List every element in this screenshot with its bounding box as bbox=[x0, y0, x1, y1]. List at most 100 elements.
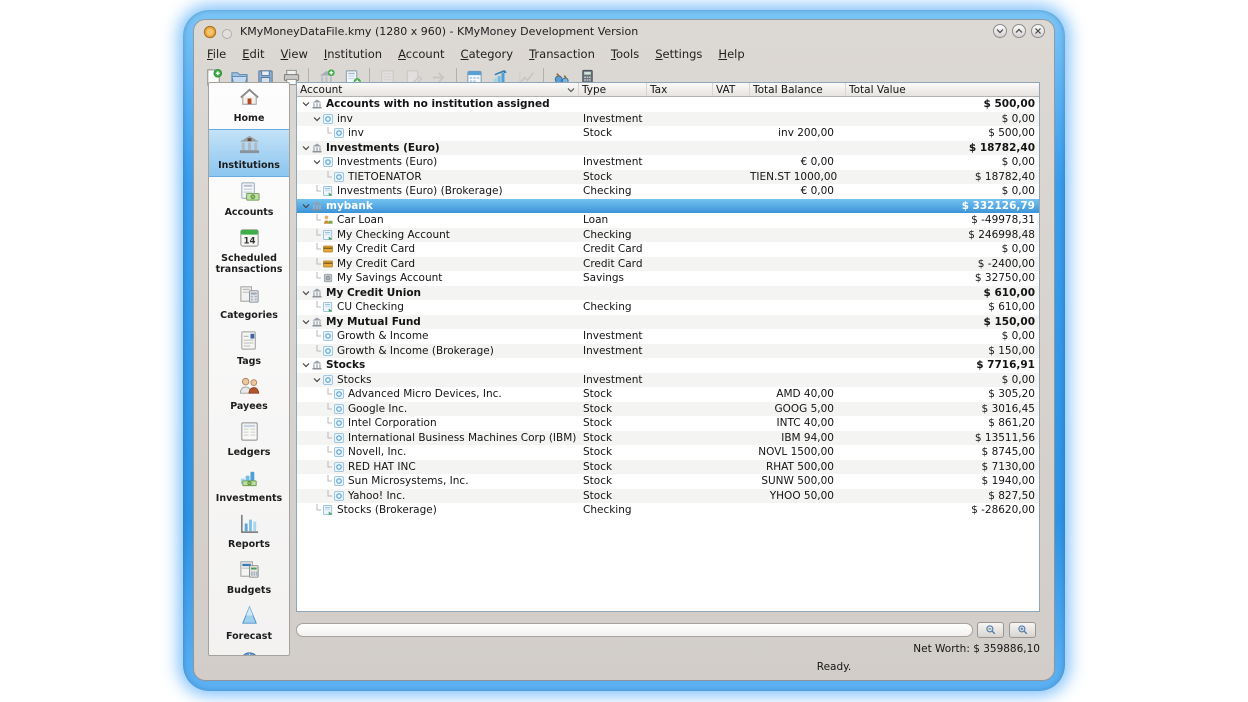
account-name: My Credit Card bbox=[337, 243, 415, 255]
menu-file[interactable]: File bbox=[199, 45, 234, 63]
expand-all-button[interactable] bbox=[1009, 622, 1036, 638]
total-balance-cell: € 0,00 bbox=[750, 185, 846, 197]
type-cell: Investment bbox=[579, 113, 647, 125]
close-button[interactable] bbox=[1031, 24, 1045, 38]
total-value-cell: $ -28620,00 bbox=[846, 504, 1039, 516]
account-cell: My Mutual Fund bbox=[297, 316, 579, 328]
type-cell: Credit Card bbox=[579, 258, 647, 270]
sidebar-item-ledgers[interactable]: Ledgers bbox=[209, 417, 289, 463]
type-cell: Checking bbox=[579, 504, 647, 516]
account-row-growth-income[interactable]: Growth & IncomeInvestment$ 0,00 bbox=[297, 329, 1039, 344]
account-row-advanced-micro-devices-inc[interactable]: Advanced Micro Devices, Inc.StockAMD 40,… bbox=[297, 387, 1039, 402]
account-row-inv[interactable]: invInvestment$ 0,00 bbox=[297, 112, 1039, 127]
menu-institution[interactable]: Institution bbox=[316, 45, 390, 63]
tree-expander-icon[interactable] bbox=[301, 100, 311, 108]
sidebar-item-reports[interactable]: Reports bbox=[209, 509, 289, 555]
total-balance-cell: inv 200,00 bbox=[750, 127, 846, 139]
menu-account[interactable]: Account bbox=[390, 45, 452, 63]
account-row-google-inc[interactable]: Google Inc.StockGOOG 5,00$ 3016,45 bbox=[297, 402, 1039, 417]
account-row-growth-income-brokerage[interactable]: Growth & Income (Brokerage)Investment$ 1… bbox=[297, 344, 1039, 359]
account-row-intel-corporation[interactable]: Intel CorporationStockINTC 40,00$ 861,20 bbox=[297, 416, 1039, 431]
ledgers-icon bbox=[238, 420, 261, 447]
account-name: Stocks (Brokerage) bbox=[337, 504, 437, 516]
titlebar[interactable]: KMyMoneyDataFile.kmy (1280 x 960) - KMyM… bbox=[193, 19, 1055, 43]
tree-branch-line bbox=[312, 301, 322, 313]
account-row-accounts-with-no-institution-assigned[interactable]: Accounts with no institution assigned$ 5… bbox=[297, 97, 1039, 112]
account-row-sun-microsystems-inc[interactable]: Sun Microsystems, Inc.StockSUNW 500,00$ … bbox=[297, 474, 1039, 489]
account-row-my-credit-union[interactable]: My Credit Union$ 610,00 bbox=[297, 286, 1039, 301]
sidebar-item-categories[interactable]: Categories bbox=[209, 280, 289, 326]
column-header-account[interactable]: Account bbox=[297, 83, 579, 96]
account-row-yahoo-inc[interactable]: Yahoo! Inc.StockYHOO 50,00$ 827,50 bbox=[297, 489, 1039, 504]
menu-transaction[interactable]: Transaction bbox=[521, 45, 603, 63]
menu-view[interactable]: View bbox=[273, 45, 316, 63]
account-row-investments-euro[interactable]: Investments (Euro)Investment€ 0,00$ 0,00 bbox=[297, 155, 1039, 170]
tree-expander-icon[interactable] bbox=[301, 144, 311, 152]
account-row-my-credit-card[interactable]: My Credit CardCredit Card$ 0,00 bbox=[297, 242, 1039, 257]
window-frame: KMyMoneyDataFile.kmy (1280 x 960) - KMyM… bbox=[183, 10, 1065, 691]
menu-tools[interactable]: Tools bbox=[603, 45, 647, 63]
account-row-stocks[interactable]: StocksInvestment$ 0,00 bbox=[297, 373, 1039, 388]
menu-help[interactable]: Help bbox=[710, 45, 752, 63]
collapse-all-button[interactable] bbox=[977, 622, 1004, 638]
column-header-tax[interactable]: Tax bbox=[647, 83, 713, 96]
account-row-inv[interactable]: invStockinv 200,00$ 500,00 bbox=[297, 126, 1039, 141]
categories-icon bbox=[238, 283, 261, 310]
bank-account-icon bbox=[311, 200, 323, 212]
column-header-vat[interactable]: VAT bbox=[713, 83, 750, 96]
account-row-international-business-machines-corp-ibm[interactable]: International Business Machines Corp (IB… bbox=[297, 431, 1039, 446]
account-row-stocks[interactable]: Stocks$ 7716,91 bbox=[297, 358, 1039, 373]
home-icon bbox=[238, 86, 261, 113]
sidebar-item-budgets[interactable]: Budgets bbox=[209, 555, 289, 601]
account-row-novell-inc[interactable]: Novell, Inc.StockNOVL 1500,00$ 8745,00 bbox=[297, 445, 1039, 460]
sidebar-item-investments[interactable]: Investments bbox=[209, 463, 289, 509]
sidebar-item-accounts[interactable]: Accounts bbox=[209, 177, 289, 223]
app-window: KMyMoneyDataFile.kmy (1280 x 960) - KMyM… bbox=[193, 19, 1055, 681]
tree-expander-icon[interactable] bbox=[312, 158, 322, 166]
account-cell: My Credit Card bbox=[297, 243, 579, 255]
account-row-investments-euro-brokerage[interactable]: Investments (Euro) (Brokerage)Checking€ … bbox=[297, 184, 1039, 199]
account-row-mybank[interactable]: mybank$ 332126,79 bbox=[297, 199, 1039, 214]
sidebar-item-forecast[interactable]: Forecast bbox=[209, 601, 289, 647]
account-cell: Stocks (Brokerage) bbox=[297, 504, 579, 516]
column-header-total-value[interactable]: Total Value bbox=[846, 83, 1039, 96]
account-row-my-savings-account[interactable]: My Savings AccountSavings$ 32750,00 bbox=[297, 271, 1039, 286]
account-cell: Sun Microsystems, Inc. bbox=[297, 475, 579, 487]
account-row-tietoenator[interactable]: TIETOENATORStockTIEN.ST 1000,00$ 18782,4… bbox=[297, 170, 1039, 185]
account-row-car-loan[interactable]: Car LoanLoan$ -49978,31 bbox=[297, 213, 1039, 228]
maximize-button[interactable] bbox=[1012, 24, 1026, 38]
account-row-stocks-brokerage[interactable]: Stocks (Brokerage) Checking $ -28620,00 bbox=[297, 503, 1039, 518]
account-row-my-checking-account[interactable]: My Checking AccountChecking$ 246998,48 bbox=[297, 228, 1039, 243]
account-row-my-credit-card[interactable]: My Credit CardCredit Card$ -2400,00 bbox=[297, 257, 1039, 272]
creditcard-account-icon bbox=[322, 243, 334, 255]
account-row-my-mutual-fund[interactable]: My Mutual Fund $ 150,00 bbox=[297, 315, 1039, 330]
menu-category[interactable]: Category bbox=[453, 45, 522, 63]
tree-expander-icon[interactable] bbox=[301, 202, 311, 210]
account-row-investments-euro[interactable]: Investments (Euro)$ 18782,40 bbox=[297, 141, 1039, 156]
tree-expander-icon[interactable] bbox=[312, 115, 322, 123]
tree-expander-icon[interactable] bbox=[301, 318, 311, 326]
tree-expander-icon[interactable] bbox=[301, 289, 311, 297]
menu-edit[interactable]: Edit bbox=[234, 45, 272, 63]
column-header-type[interactable]: Type bbox=[579, 83, 647, 96]
tree-expander-icon[interactable] bbox=[312, 376, 322, 384]
filter-progress-bar[interactable] bbox=[296, 623, 973, 637]
sidebar-item-home[interactable]: Home bbox=[209, 83, 289, 129]
sidebar-item-label: Accounts bbox=[225, 208, 274, 219]
sidebar-item-institutions[interactable]: Institutions bbox=[209, 129, 289, 177]
window-menu-icon[interactable] bbox=[221, 25, 233, 37]
account-row-red-hat-inc[interactable]: RED HAT INCStockRHAT 500,00$ 7130,00 bbox=[297, 460, 1039, 475]
sidebar-item-outbox[interactable]: Outbox bbox=[209, 647, 289, 656]
investment-account-icon bbox=[322, 374, 334, 386]
total-value-cell: $ 150,00 bbox=[846, 316, 1039, 328]
tree-expander-icon[interactable] bbox=[301, 361, 311, 369]
sidebar-item-scheduled-transactions[interactable]: 14Scheduled transactions bbox=[209, 223, 289, 280]
type-cell: Investment bbox=[579, 374, 647, 386]
sidebar-item-tags[interactable]: Tags bbox=[209, 326, 289, 372]
account-name: Investments (Euro) (Brokerage) bbox=[337, 185, 503, 197]
minimize-button[interactable] bbox=[993, 24, 1007, 38]
sidebar-item-payees[interactable]: Payees bbox=[209, 371, 289, 417]
column-header-total-balance[interactable]: Total Balance bbox=[750, 83, 846, 96]
menu-settings[interactable]: Settings bbox=[647, 45, 710, 63]
account-row-cu-checking[interactable]: CU CheckingChecking$ 610,00 bbox=[297, 300, 1039, 315]
